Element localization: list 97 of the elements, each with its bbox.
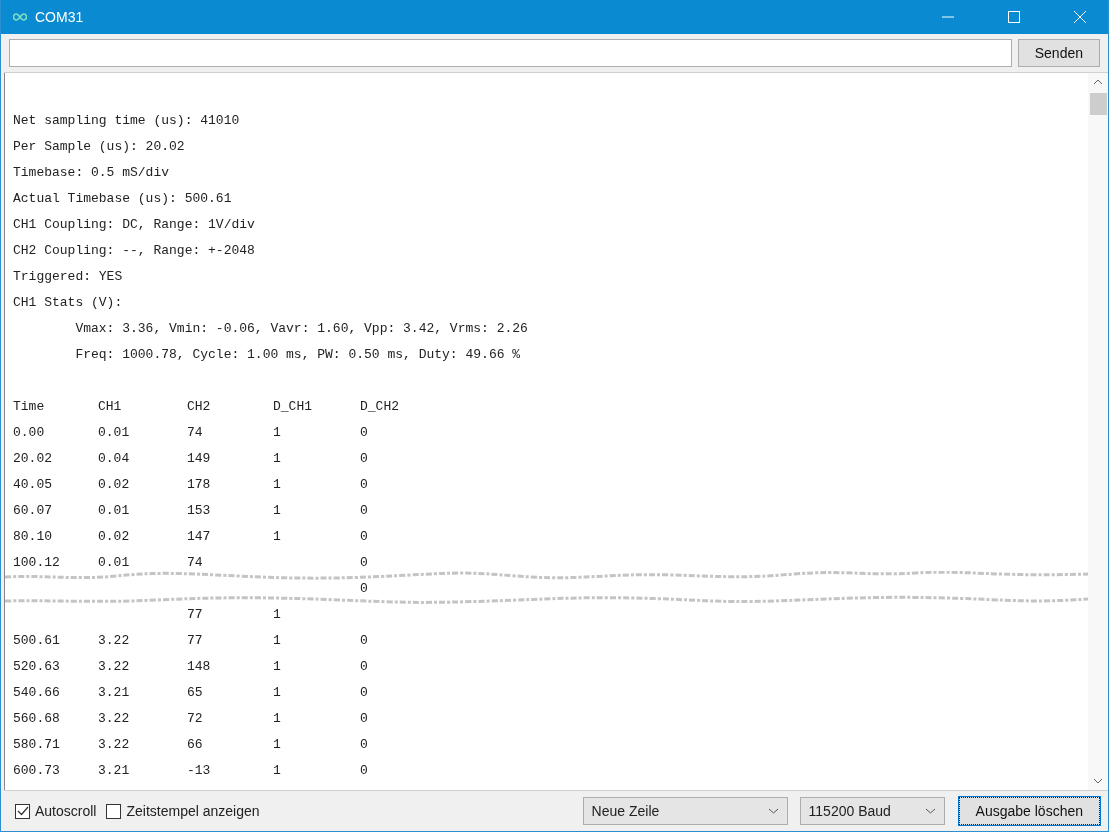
send-button[interactable]: Senden bbox=[1017, 39, 1100, 67]
table-cell-text: 540.66 bbox=[13, 684, 61, 702]
table-cell-text: 1 bbox=[273, 450, 282, 468]
log-line: CH2 Coupling: --, Range: +-2048 bbox=[13, 243, 255, 258]
table-cell-text: 66 bbox=[187, 736, 204, 754]
table-cell-text: 3.21 bbox=[98, 684, 131, 702]
chevron-down-icon bbox=[924, 808, 936, 814]
table-cell-text: 3.22 bbox=[98, 658, 131, 676]
scroll-down-icon[interactable] bbox=[1093, 778, 1103, 784]
log-line: Net sampling time (us): 41010 bbox=[13, 113, 240, 128]
log-line: Vmax: 3.36, Vmin: -0.06, Vavr: 1.60, Vpp: 3.42, Vrms: 2.26 bbox=[74, 321, 528, 336]
scrollbar[interactable] bbox=[1088, 73, 1108, 790]
column-header: CH1 bbox=[98, 398, 123, 416]
table-cell-text: 1 bbox=[273, 476, 282, 494]
log-line: CH1 Coupling: DC, Range: 1V/div bbox=[13, 217, 255, 232]
table-cell-text: 80.10 bbox=[13, 528, 53, 546]
log-line: Timebase: 0.5 mS/div bbox=[13, 165, 170, 180]
scroll-up-icon[interactable] bbox=[1093, 79, 1103, 85]
table-cell-text: 3.22 bbox=[98, 632, 131, 650]
table-cell-text: 74 bbox=[187, 424, 204, 442]
table-cell-text: 0.01 bbox=[98, 554, 131, 572]
table-cell-text: 0 bbox=[360, 580, 369, 598]
table-cell-text: 1 bbox=[273, 762, 282, 780]
table-cell-text: -13 bbox=[187, 762, 212, 780]
table-cell-text: 500.61 bbox=[13, 632, 61, 650]
check-icon bbox=[16, 806, 29, 816]
column-header: D_CH1 bbox=[273, 398, 313, 416]
table-cell-text: 60.07 bbox=[13, 502, 53, 520]
table-cell-text: 1 bbox=[273, 528, 282, 546]
table-cell-text: 65 bbox=[187, 684, 204, 702]
table-cell-text: 20.02 bbox=[13, 450, 53, 468]
table-cell-text: 77 bbox=[187, 606, 204, 624]
table-cell-text: 560.68 bbox=[13, 710, 61, 728]
table-cell-text: 1 bbox=[273, 632, 282, 650]
log-line: Actual Timebase (us): 500.61 bbox=[13, 191, 232, 206]
baud-rate-dropdown[interactable]: 115200 Baud bbox=[799, 797, 945, 825]
table-cell-text: 0.00 bbox=[13, 424, 46, 442]
table-cell-text: 0 bbox=[360, 554, 369, 572]
table-cell-text: 1 bbox=[273, 424, 282, 442]
table-cell-text: 0.02 bbox=[98, 476, 131, 494]
column-header: CH2 bbox=[187, 398, 212, 416]
table-cell-text: 0 bbox=[360, 762, 369, 780]
maximize-icon[interactable] bbox=[1008, 11, 1020, 23]
table-cell-text: 0 bbox=[360, 736, 369, 754]
table-cell-text: 1 bbox=[273, 684, 282, 702]
table-cell-text: 149 bbox=[187, 450, 212, 468]
table-cell-text: 1 bbox=[273, 710, 282, 728]
checkbox[interactable] bbox=[106, 803, 122, 819]
log-line: CH1 Stats (V): bbox=[13, 295, 123, 310]
column-header: Time bbox=[13, 398, 46, 416]
table-cell-text: 0 bbox=[360, 450, 369, 468]
table-cell-text: 0 bbox=[360, 632, 369, 650]
line-ending-dropdown[interactable]: Neue Zeile bbox=[582, 797, 788, 825]
table-cell-text: 520.63 bbox=[13, 658, 61, 676]
log-line: Triggered: YES bbox=[13, 269, 123, 284]
table-cell-text: 0 bbox=[360, 424, 369, 442]
table-cell-text: 178 bbox=[187, 476, 212, 494]
window-title: COM31 bbox=[35, 9, 84, 25]
table-cell-text: 1 bbox=[273, 606, 282, 624]
table-cell-text: 0.02 bbox=[98, 528, 131, 546]
table-cell-text: 0 bbox=[360, 476, 369, 494]
clear-output-button[interactable]: Ausgabe löschen bbox=[958, 797, 1100, 825]
table-cell-text: 0 bbox=[360, 528, 369, 546]
log-line: Freq: 1000.78, Cycle: 1.00 ms, PW: 0.50 ms, Duty: 49.66 % bbox=[74, 347, 521, 362]
table-cell-text: 0.01 bbox=[98, 424, 131, 442]
checkbox-label: Zeitstempel anzeigen bbox=[126, 803, 260, 819]
table-cell-text: 580.71 bbox=[13, 736, 61, 754]
table-cell-text: 72 bbox=[187, 710, 204, 728]
table-cell-text: 153 bbox=[187, 502, 212, 520]
table-cell-text: 0 bbox=[360, 684, 369, 702]
table-cell-text: 100.12 bbox=[13, 554, 61, 572]
log-line: Per Sample (us): 20.02 bbox=[13, 139, 185, 154]
chevron-down-icon bbox=[767, 808, 779, 814]
close-icon[interactable] bbox=[1074, 11, 1086, 23]
table-cell-text: 74 bbox=[187, 554, 204, 572]
column-header: D_CH2 bbox=[360, 398, 400, 416]
table-cell-text: 0.04 bbox=[98, 450, 131, 468]
table-cell-text: 3.22 bbox=[98, 710, 131, 728]
table-cell-text: 40.05 bbox=[13, 476, 53, 494]
table-cell-text: 0 bbox=[360, 502, 369, 520]
table-cell-text: 3.22 bbox=[98, 736, 131, 754]
table-cell-text: 0.01 bbox=[98, 502, 131, 520]
table-cell-text: 1 bbox=[273, 658, 282, 676]
table-cell-text: 148 bbox=[187, 658, 212, 676]
table-cell-text: 77 bbox=[187, 632, 204, 650]
table-cell-text: 147 bbox=[187, 528, 212, 546]
checkbox[interactable] bbox=[15, 803, 30, 819]
table-cell-text: 600.73 bbox=[13, 762, 61, 780]
scrollbar-thumb[interactable] bbox=[1089, 93, 1107, 115]
table-cell-text: 1 bbox=[273, 736, 282, 754]
infinity-logo-icon bbox=[13, 13, 27, 21]
table-cell-text: 1 bbox=[273, 502, 282, 520]
table-cell-text: 0 bbox=[360, 658, 369, 676]
table-cell-text: 0 bbox=[360, 710, 369, 728]
table-cell-text: 3.21 bbox=[98, 762, 131, 780]
send-input-field[interactable] bbox=[9, 39, 1012, 67]
checkbox-label: Autoscroll bbox=[35, 803, 97, 819]
